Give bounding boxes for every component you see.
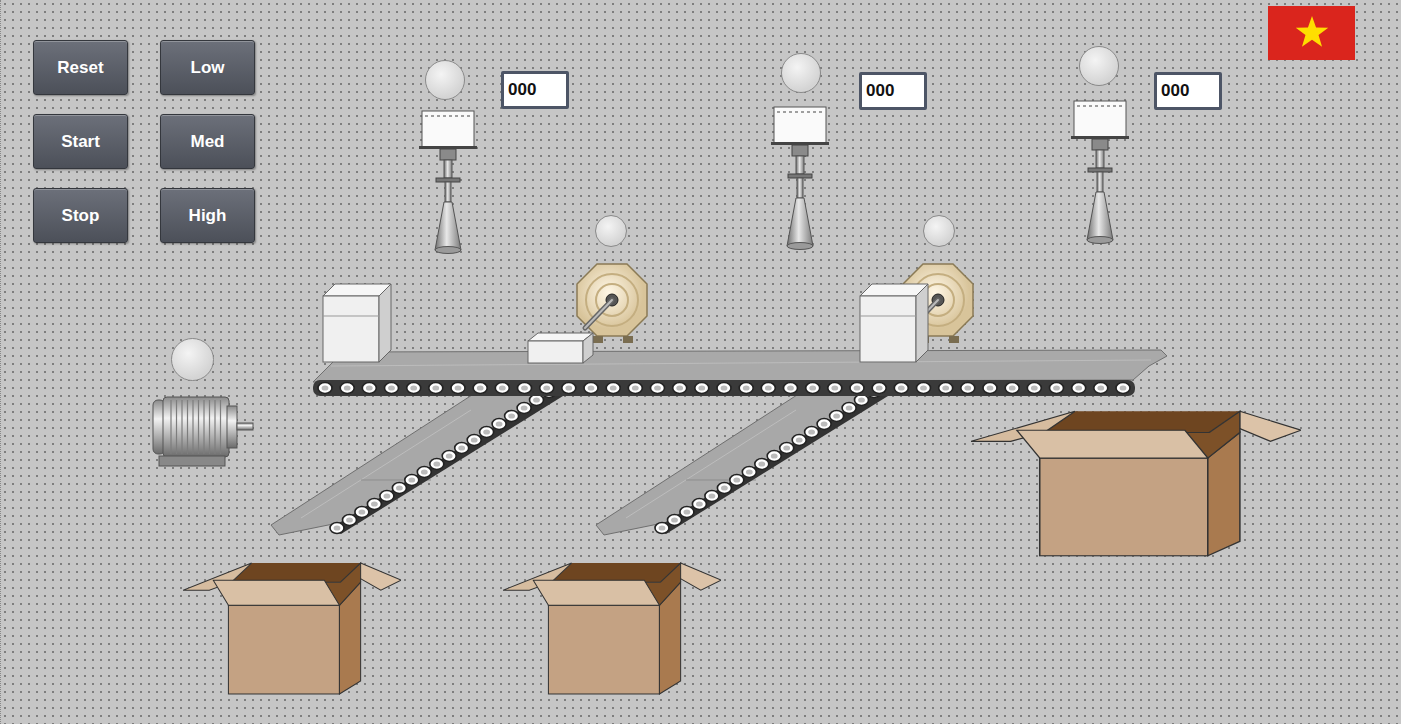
- sensor-lamp: [425, 60, 465, 100]
- hmi-canvas: Reset Low Start Med Stop High 000 000 000: [0, 0, 1401, 724]
- carton-icon: [183, 560, 401, 696]
- sensor-lamp: [781, 53, 821, 93]
- pusher-lamp: [595, 215, 627, 247]
- carton-icon: [503, 560, 721, 696]
- control-button[interactable]: Stop: [33, 188, 128, 243]
- level-sensor-icon: [1071, 100, 1129, 246]
- control-button[interactable]: Reset: [33, 40, 128, 95]
- sensor-counter: 000: [1154, 72, 1222, 110]
- control-panel: Reset Low Start Med Stop High: [33, 40, 255, 243]
- control-button[interactable]: Low: [160, 40, 255, 95]
- pusher-lamp: [923, 215, 955, 247]
- sensor-lamp: [1079, 46, 1119, 86]
- motor-lamp: [171, 338, 214, 381]
- level-sensor-icon: [771, 106, 829, 252]
- carton-icon: [971, 408, 1301, 558]
- pusher-cylinder-icon: [573, 260, 653, 344]
- sensor-counter: 000: [859, 72, 927, 110]
- product-box: [858, 282, 930, 364]
- product-box: [321, 282, 393, 364]
- control-button[interactable]: Med: [160, 114, 255, 169]
- control-button[interactable]: Start: [33, 114, 128, 169]
- level-sensor-icon: [419, 110, 477, 256]
- flag-icon: [1268, 6, 1355, 60]
- motor-icon: [149, 392, 255, 470]
- sensor-counter: 000: [501, 71, 569, 109]
- product-box: [526, 331, 595, 365]
- control-button[interactable]: High: [160, 188, 255, 243]
